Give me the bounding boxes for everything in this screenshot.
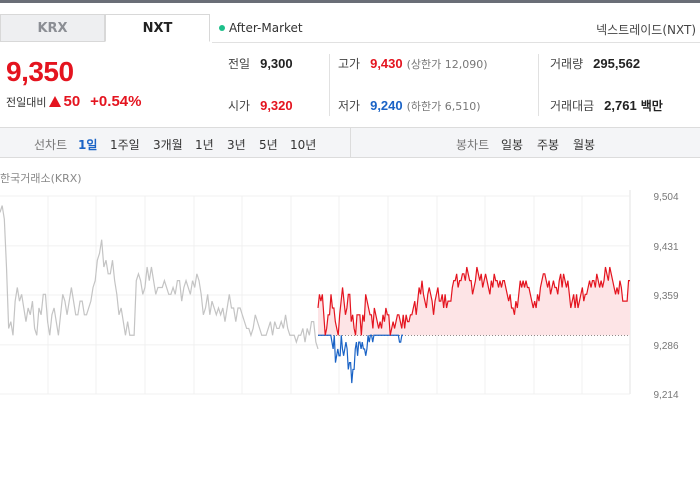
- period-1d-button[interactable]: 1일: [78, 136, 97, 153]
- stats-col-divider-2: [538, 54, 539, 116]
- tab-nxt[interactable]: NXT: [105, 14, 210, 42]
- toolbar-divider: [350, 128, 351, 157]
- change-amount: 50: [63, 93, 81, 110]
- stat-value: 9,300: [260, 56, 293, 71]
- change-percent: +0.54%: [90, 93, 142, 110]
- period-3m-button[interactable]: 3개월: [153, 136, 183, 153]
- up-fill-area: [318, 267, 630, 336]
- status-dot-icon: [219, 25, 225, 31]
- stat-label: 고가: [338, 57, 361, 71]
- y-tick-label: 9,504: [653, 192, 678, 203]
- after-market-label: After-Market: [229, 21, 303, 35]
- y-tick-label: 9,214: [653, 390, 678, 401]
- nxt-up-line: [317, 266, 630, 336]
- y-tick-label: 9,286: [653, 341, 678, 352]
- after-market-indicator: After-Market: [219, 21, 303, 35]
- line-chart-label: 선차트: [34, 138, 68, 152]
- stat-value: 295,562: [593, 56, 641, 71]
- stat-label: 전일: [228, 57, 251, 71]
- period-10y-button[interactable]: 10년: [290, 136, 316, 153]
- up-triangle-icon: [49, 96, 62, 107]
- nxt-down-line: [318, 334, 403, 384]
- stats-col-divider-1: [329, 54, 330, 116]
- chart-source-label: 한국거래소(KRX): [0, 172, 82, 185]
- price-chart: 9,504 9,431 9,359 9,286 9,214: [0, 190, 679, 401]
- stat-open: 시가 9,320: [228, 97, 293, 114]
- change-label: 전일대비: [6, 95, 47, 109]
- period-3y-button[interactable]: 3년: [227, 136, 246, 153]
- y-tick-label: 9,431: [653, 242, 678, 253]
- stats-top-divider: [212, 42, 700, 43]
- candle-monthly-button[interactable]: 월봉: [573, 136, 595, 153]
- current-price: 9,350: [6, 56, 74, 87]
- stat-high: 고가 9,430 (상한가 12,090): [338, 55, 488, 72]
- upper-limit: (상한가 12,090): [406, 58, 488, 71]
- stat-value: 9,240: [370, 98, 403, 113]
- stat-value: 2,761: [604, 98, 637, 113]
- period-1y-button[interactable]: 1년: [195, 136, 214, 153]
- candle-weekly-button[interactable]: 주봉: [537, 136, 559, 153]
- stat-value: 9,320: [260, 98, 293, 113]
- stat-value: 9,430: [370, 56, 403, 71]
- krx-price-line: [0, 205, 319, 350]
- stat-label: 저가: [338, 99, 361, 113]
- period-5y-button[interactable]: 5년: [259, 136, 278, 153]
- tab-krx[interactable]: KRX: [0, 14, 105, 42]
- amount-unit: 백만: [640, 99, 663, 113]
- chart-toolbar: 선차트 1일 1주일 3개월 1년 3년 5년 10년 봉차트 일봉 주봉 월봉: [0, 127, 700, 158]
- stat-label: 시가: [228, 99, 251, 113]
- candle-daily-button[interactable]: 일봉: [501, 136, 523, 153]
- stat-trade-amount: 거래대금 2,761 백만: [550, 97, 663, 114]
- stat-low: 저가 9,240 (하한가 6,510): [338, 97, 481, 114]
- market-tabs: KRX NXT: [0, 14, 210, 42]
- top-border: [0, 0, 700, 3]
- price-change: 전일대비 50 +0.54%: [6, 93, 141, 110]
- period-1w-button[interactable]: 1주일: [110, 136, 140, 153]
- stat-label: 거래량: [550, 57, 584, 71]
- stat-label: 거래대금: [550, 99, 595, 113]
- y-tick-label: 9,359: [653, 291, 678, 302]
- stat-volume: 거래량 295,562: [550, 55, 640, 72]
- exchange-name: 넥스트레이드(NXT): [596, 23, 696, 37]
- stat-prev-close: 전일 9,300: [228, 55, 293, 72]
- lower-limit: (하한가 6,510): [406, 100, 481, 113]
- candle-chart-label: 봉차트: [456, 138, 490, 152]
